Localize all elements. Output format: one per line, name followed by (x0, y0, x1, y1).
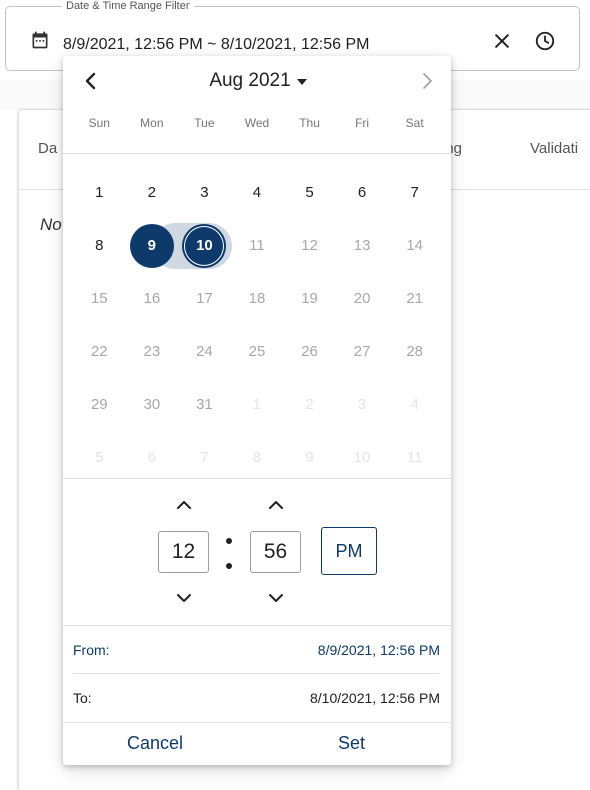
weekday-divider (63, 153, 451, 154)
calendar-week: 1 2 3 4 5 6 7 (73, 166, 441, 219)
tab-partial-1[interactable]: Da (38, 140, 57, 157)
calendar-day[interactable]: 3 (178, 166, 231, 219)
minute-input[interactable]: 56 (250, 531, 301, 573)
summary-divider (63, 625, 451, 626)
calendar-day[interactable]: 14 (388, 219, 441, 272)
calendar-day[interactable]: 31 (178, 378, 231, 431)
calendar-day[interactable]: 30 (126, 378, 179, 431)
time-separator-dot (226, 563, 232, 569)
to-value: 8/10/2021, 12:56 PM (310, 690, 440, 706)
calendar-day-outside-month: 3 (357, 396, 367, 413)
calendar-day[interactable]: 15 (73, 272, 126, 325)
calendar-grid: 1 2 3 4 5 6 7 8 9 10 11 12 13 14 15 16 1… (73, 166, 441, 484)
calendar-day[interactable]: 13 (336, 219, 389, 272)
range-start-label: 9 (129, 223, 174, 268)
minute-decrement-chevron-down-icon[interactable] (267, 592, 285, 604)
calendar-day-outside-month: 4 (410, 396, 419, 413)
hour-input[interactable]: 12 (158, 531, 209, 573)
weekday-header: Sun Mon Tue Wed Thu Fri Sat (73, 116, 441, 132)
am-pm-toggle[interactable]: PM (321, 527, 377, 575)
calendar-day[interactable]: 23 (126, 325, 179, 378)
calendar-day-outside-month: 2 (305, 396, 314, 413)
calendar-day-outside-month: 1 (252, 396, 262, 413)
calendar-week: 8 9 10 11 12 13 14 (73, 219, 441, 272)
calendar-day-outside-month: 11 (406, 449, 423, 466)
weekday-label: Mon (140, 116, 164, 130)
month-year-label: Aug 2021 (209, 70, 291, 91)
weekday-label: Sat (405, 116, 424, 130)
weekday-label: Thu (299, 116, 320, 130)
cancel-button[interactable]: Cancel (127, 733, 183, 754)
caret-down-icon (296, 79, 307, 85)
hour-increment-chevron-up-icon[interactable] (175, 499, 193, 511)
weekday-label: Sun (88, 116, 110, 130)
calendar-day[interactable]: 25 (231, 325, 284, 378)
clock-icon[interactable] (534, 30, 556, 52)
from-value: 8/9/2021, 12:56 PM (317, 642, 440, 658)
set-button[interactable]: Set (338, 733, 365, 754)
calendar-day[interactable]: 8 (73, 219, 126, 272)
calendar-day-range-end[interactable]: 10 (178, 219, 231, 272)
calendar-day[interactable]: 12 (283, 219, 336, 272)
weekday-label: Tue (194, 116, 215, 130)
date-range-value[interactable]: 8/9/2021, 12:56 PM ~ 8/10/2021, 12:56 PM (63, 36, 369, 54)
calendar-day[interactable]: 24 (178, 325, 231, 378)
minute-increment-chevron-up-icon[interactable] (267, 499, 285, 511)
tab-partial-3[interactable]: Validati (530, 140, 578, 157)
empty-state-text: No (40, 215, 62, 234)
calendar-day[interactable]: 5 (283, 166, 336, 219)
close-icon[interactable] (492, 31, 512, 51)
time-separator-dot (226, 538, 232, 544)
hour-decrement-chevron-down-icon[interactable] (175, 592, 193, 604)
calendar-day-outside-month: 5 (95, 449, 104, 466)
calendar-day[interactable]: 18 (231, 272, 284, 325)
weekday-label: Wed (244, 116, 270, 130)
calendar-day[interactable]: 4 (231, 166, 284, 219)
calendar-week: 22 23 24 25 26 27 28 (73, 325, 441, 378)
range-end-label: 10 (182, 223, 227, 268)
calendar-day[interactable]: 2 (126, 166, 179, 219)
calendar-day[interactable]: 22 (73, 325, 126, 378)
chevron-right-icon[interactable] (417, 70, 437, 92)
field-label: Date & Time Range Filter (62, 0, 194, 13)
calendar-day-outside-month: 6 (147, 449, 157, 466)
calendar-day[interactable]: 21 (388, 272, 441, 325)
calendar-day[interactable]: 16 (126, 272, 179, 325)
summary-row-divider (73, 673, 439, 674)
calendar-day[interactable]: 19 (283, 272, 336, 325)
calendar-week: 5 6 7 8 9 10 11 (73, 431, 441, 484)
chevron-left-icon[interactable] (81, 70, 101, 92)
date-time-picker-popup: Aug 2021 Sun Mon Tue Wed Thu Fri Sat 1 2… (63, 56, 451, 765)
calendar-day[interactable]: 28 (388, 325, 441, 378)
calendar-day-range-start[interactable]: 9 (126, 219, 179, 272)
calendar-day-outside-month: 10 (353, 449, 371, 466)
footer-divider (63, 722, 451, 723)
calendar-week: 29 30 31 1 2 3 4 (73, 378, 441, 431)
from-label: From: (73, 642, 110, 658)
calendar-day-outside-month: 7 (200, 449, 209, 466)
calendar-icon[interactable] (30, 30, 50, 50)
calendar-day[interactable]: 7 (388, 166, 441, 219)
calendar-day[interactable]: 26 (283, 325, 336, 378)
calendar-day[interactable]: 27 (336, 325, 389, 378)
calendar-day[interactable]: 6 (336, 166, 389, 219)
calendar-day-outside-month: 9 (305, 449, 314, 466)
calendar-day-outside-month: 8 (252, 449, 262, 466)
calendar-day[interactable]: 20 (336, 272, 389, 325)
calendar-day[interactable]: 29 (73, 378, 126, 431)
weekday-label: Fri (355, 116, 370, 130)
calendar-week: 15 16 17 18 19 20 21 (73, 272, 441, 325)
calendar-day[interactable]: 1 (73, 166, 126, 219)
calendar-day[interactable]: 11 (231, 219, 284, 272)
to-label: To: (73, 690, 92, 706)
calendar-day[interactable]: 17 (178, 272, 231, 325)
month-year-selector[interactable]: Aug 2021 (183, 68, 333, 94)
